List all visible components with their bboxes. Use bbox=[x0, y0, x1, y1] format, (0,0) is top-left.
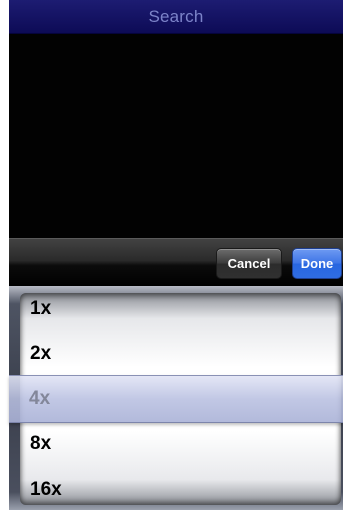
title-bar: Search bbox=[9, 0, 343, 34]
picker-selection-bar[interactable]: 4x bbox=[9, 375, 343, 423]
picker-toolbar: Cancel Done bbox=[9, 238, 343, 287]
done-button[interactable]: Done bbox=[292, 248, 342, 279]
picker-option-16x[interactable]: 16x bbox=[30, 479, 62, 501]
content-area bbox=[9, 34, 343, 238]
cancel-button[interactable]: Cancel bbox=[216, 248, 282, 279]
screen: Search Cancel Done 1x 2x 8x 16x 4x bbox=[0, 0, 343, 510]
picker-option-8x[interactable]: 8x bbox=[30, 433, 51, 455]
picker-option-1x[interactable]: 1x bbox=[30, 298, 51, 320]
picker-option-4x-selected: 4x bbox=[29, 388, 51, 409]
picker-option-2x[interactable]: 2x bbox=[30, 343, 51, 365]
page-title: Search bbox=[148, 6, 204, 26]
